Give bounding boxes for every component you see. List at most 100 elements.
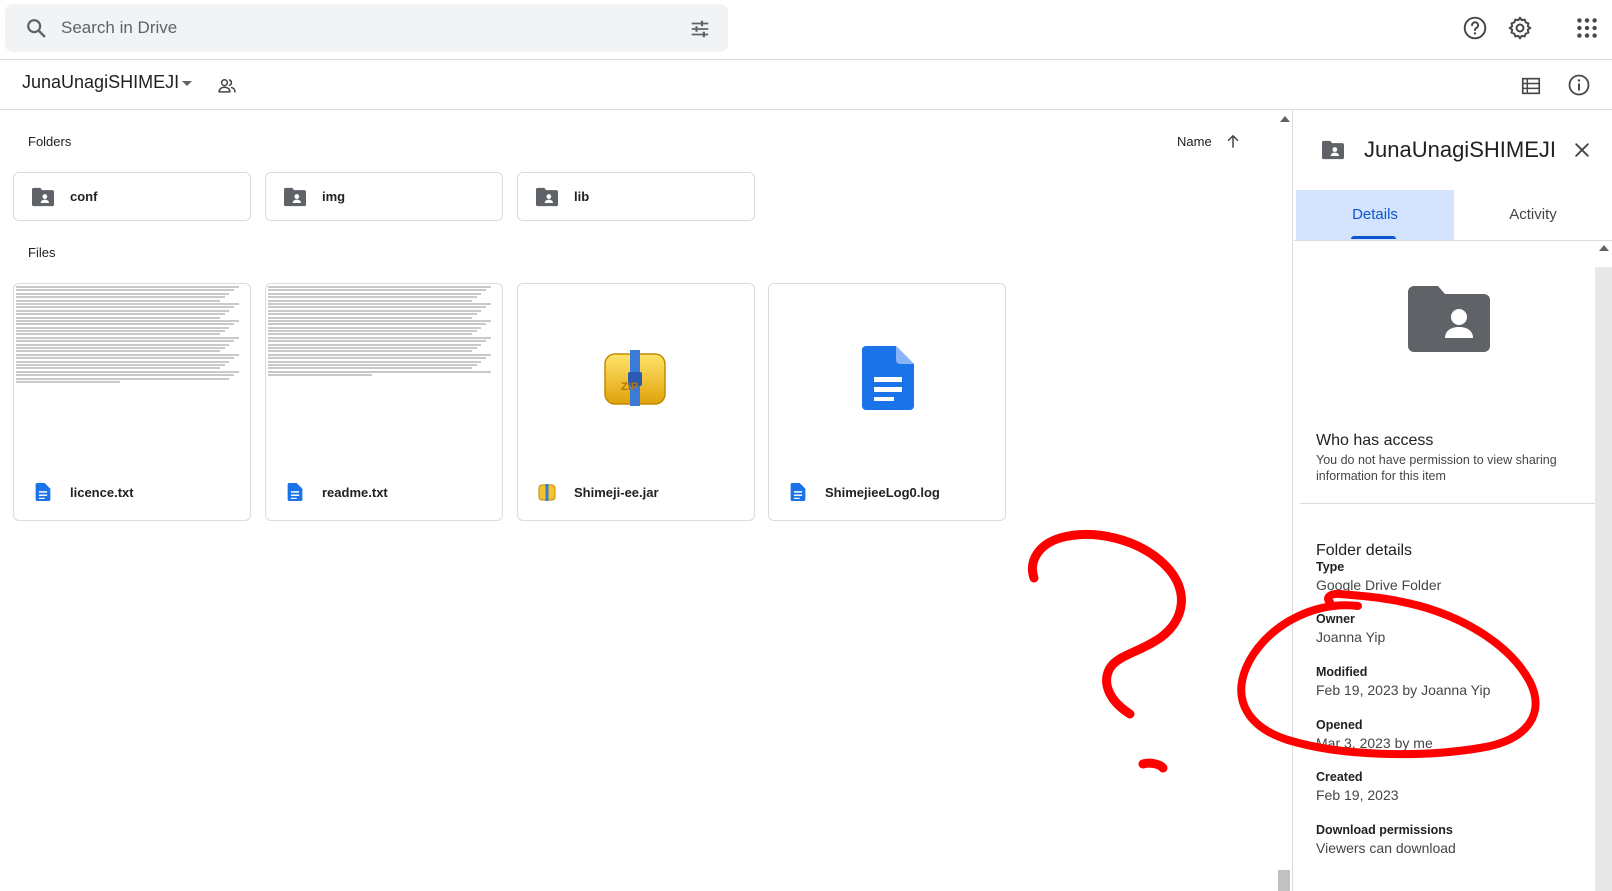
preview-text-line [16, 340, 235, 343]
scroll-up-arrow-icon[interactable] [1280, 116, 1290, 122]
shared-folder-icon [1322, 140, 1344, 160]
tab-activity[interactable]: Activity [1454, 190, 1612, 240]
preview-text-line [268, 323, 487, 326]
file-card-readme[interactable]: readme.txt [265, 283, 503, 521]
preview-text-line [268, 370, 491, 373]
folders-heading: Folders [28, 134, 72, 149]
owner-value: Joanna Yip [1316, 629, 1386, 645]
main-scrollbar[interactable] [1276, 110, 1293, 891]
arrow-up-icon[interactable] [1224, 132, 1242, 150]
text-preview-thumbnail [14, 284, 250, 470]
download-permissions-value: Viewers can download [1316, 840, 1456, 856]
sort-by-name-button[interactable]: Name [1177, 134, 1212, 149]
location-bar: JunaUnagiSHIMEJI [0, 60, 1612, 110]
opened-label: Opened [1316, 718, 1363, 732]
modified-label: Modified [1316, 665, 1368, 679]
doc-icon [287, 483, 303, 501]
preview-text-line [16, 333, 221, 336]
scrollbar-thumb[interactable] [1278, 870, 1290, 891]
preview-text-line [268, 299, 473, 302]
search-bar[interactable] [5, 4, 728, 52]
preview-text-line [268, 309, 482, 312]
preview-text-line [16, 313, 225, 316]
preview-text-line [268, 343, 482, 346]
list-view-icon[interactable] [1520, 75, 1542, 97]
info-icon[interactable] [1567, 73, 1591, 97]
preview-text-line [16, 299, 221, 302]
who-has-access-heading: Who has access [1316, 432, 1434, 449]
preview-text-line [268, 319, 491, 322]
apps-grid-icon[interactable] [1574, 15, 1600, 41]
preview-text-line [16, 316, 221, 319]
preview-text-line [268, 374, 373, 377]
folder-card-img[interactable]: img [265, 172, 503, 221]
folder-card-conf[interactable]: conf [13, 172, 251, 221]
search-input[interactable] [61, 14, 661, 42]
preview-text-line [16, 380, 121, 383]
file-card-licence[interactable]: licence.txt [13, 283, 251, 521]
active-tab-indicator [1351, 236, 1396, 239]
divider [1300, 503, 1595, 504]
preview-text-line [16, 363, 225, 366]
doc-preview-thumbnail [769, 284, 1005, 470]
preview-text-line [16, 289, 235, 292]
preview-text-line [268, 313, 477, 316]
preview-text-line [268, 292, 482, 295]
shared-folder-icon [1408, 286, 1490, 352]
panel-title: JunaUnagiSHIMEJI [1364, 137, 1556, 162]
preview-text-line [268, 363, 477, 366]
preview-text-line [16, 292, 230, 295]
zip-archive-icon: ZIP [604, 350, 666, 406]
details-panel: JunaUnagiSHIMEJI Details Activity Who ha… [1294, 110, 1612, 891]
search-icon[interactable] [25, 17, 47, 39]
folder-details-heading: Folder details [1316, 542, 1413, 559]
type-label: Type [1316, 560, 1345, 574]
settings-gear-icon[interactable] [1507, 15, 1533, 41]
text-preview-thumbnail [266, 284, 502, 470]
file-card-shimeji-jar[interactable]: ZIP Shimeji-ee.jar [517, 283, 755, 521]
download-permissions-label: Download permissions [1316, 823, 1453, 837]
file-card-log[interactable]: ShimejieeLog0.log [768, 283, 1006, 521]
help-icon[interactable] [1462, 15, 1488, 41]
file-browser: Folders Name conf img lib Files licence.… [0, 110, 1276, 891]
tab-details[interactable]: Details [1296, 190, 1454, 240]
scroll-up-arrow-icon[interactable] [1599, 245, 1609, 251]
preview-text-line [16, 350, 221, 353]
preview-text-line [268, 296, 477, 299]
created-label: Created [1316, 770, 1363, 784]
preview-text-line [268, 330, 477, 333]
preview-text-line [268, 306, 487, 309]
chevron-down-icon[interactable] [182, 81, 192, 86]
preview-text-line [268, 367, 473, 370]
close-icon[interactable] [1572, 140, 1592, 160]
preview-text-line [16, 323, 235, 326]
shared-folder-icon [32, 187, 54, 207]
preview-text-line [268, 357, 487, 360]
doc-icon [790, 483, 806, 501]
preview-text-line [16, 343, 230, 346]
archive-preview-thumbnail: ZIP [518, 284, 754, 470]
shared-people-icon[interactable] [217, 76, 237, 96]
preview-text-line [16, 357, 235, 360]
preview-text-line [16, 336, 239, 339]
file-name: Shimeji-ee.jar [574, 485, 659, 500]
doc-icon [35, 483, 51, 501]
breadcrumb[interactable]: JunaUnagiSHIMEJI [22, 72, 179, 93]
preview-text-line [268, 350, 473, 353]
folder-name: img [322, 189, 346, 204]
preview-text-line [268, 302, 491, 305]
panel-scrollbar[interactable] [1595, 241, 1612, 891]
preview-text-line [16, 347, 225, 350]
files-heading: Files [28, 245, 56, 260]
preview-text-line [16, 360, 230, 363]
file-name: readme.txt [322, 485, 388, 500]
preview-text-line [16, 309, 230, 312]
preview-text-line [268, 326, 482, 329]
preview-text-line [16, 367, 221, 370]
shared-folder-icon [536, 187, 558, 207]
zip-icon [538, 484, 556, 501]
search-options-icon[interactable] [689, 18, 711, 40]
preview-text-line [268, 353, 491, 356]
preview-text-line [268, 333, 473, 336]
folder-card-lib[interactable]: lib [517, 172, 755, 221]
